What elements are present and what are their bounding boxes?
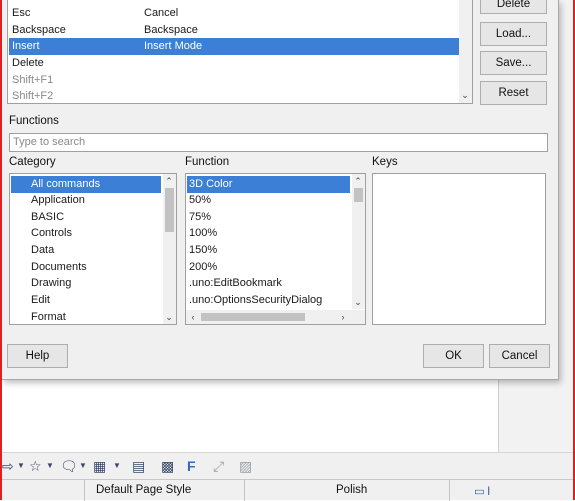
help-button[interactable]: Help: [7, 344, 68, 368]
save-button[interactable]: Save...: [480, 51, 547, 75]
drawing-toolbar: ⇨ ▼ ☆ ▼ 🗨 ▼ ▦ ▼ ▤ ▩ F ⤢ ▨: [2, 452, 573, 479]
cancel-button[interactable]: Cancel: [489, 344, 550, 368]
function-list-vscrollbar[interactable]: ⌃ ⌄: [352, 174, 365, 309]
shortcut-command: Backspace: [144, 24, 198, 36]
shortcut-key: Delete: [12, 57, 44, 69]
load-button[interactable]: Load...: [480, 22, 547, 46]
category-item[interactable]: Format: [11, 309, 66, 324]
function-item[interactable]: 100%: [187, 225, 217, 242]
function-label: Function: [185, 156, 230, 168]
points-icon[interactable]: ⤢: [213, 458, 224, 474]
shortcut-key: Shift+F2: [12, 90, 54, 102]
function-item[interactable]: 50%: [187, 192, 211, 209]
delete-button[interactable]: Delete: [480, 0, 547, 14]
arrow-shapes-icon[interactable]: ⇨: [2, 458, 14, 474]
category-item-selected[interactable]: All commands: [11, 176, 161, 193]
shortcut-key: Insert: [12, 40, 40, 52]
search-input[interactable]: Type to search: [9, 133, 548, 152]
text-box-icon[interactable]: ▩: [161, 458, 174, 474]
scroll-down-icon[interactable]: ⌄: [163, 311, 175, 323]
shortcut-row[interactable]: Backspace Backspace: [9, 22, 459, 39]
category-item[interactable]: Edit: [11, 292, 50, 309]
scroll-right-icon[interactable]: ›: [337, 311, 349, 323]
keys-list[interactable]: [372, 173, 546, 325]
frame-icon[interactable]: ▦: [93, 458, 106, 474]
fontwork-icon[interactable]: F: [187, 458, 196, 474]
shortcut-key: Esc: [12, 7, 31, 19]
chevron-down-icon[interactable]: ▼: [17, 458, 25, 474]
callout-shapes-icon[interactable]: 🗨: [60, 458, 78, 474]
language-status[interactable]: Polish: [336, 484, 367, 496]
function-item-selected[interactable]: 3D Color: [187, 176, 350, 193]
page-style-status[interactable]: Default Page Style: [96, 484, 191, 496]
category-label: Category: [9, 156, 56, 168]
shortcut-keys-list[interactable]: Esc Cancel Backspace Backspace Insert In…: [7, 0, 473, 104]
scroll-left-icon[interactable]: ‹: [187, 311, 199, 323]
category-list-scrollbar[interactable]: ⌃ ⌄: [163, 174, 176, 324]
category-item[interactable]: Data: [11, 242, 54, 259]
scrollbar-thumb[interactable]: [165, 188, 174, 232]
scrollbar-thumb[interactable]: [201, 313, 305, 321]
chevron-down-icon[interactable]: ▼: [79, 458, 87, 474]
shortcut-key: Backspace: [12, 24, 66, 36]
function-item[interactable]: .uno:OptionsSecurityDialog: [187, 292, 322, 309]
scrollbar-thumb[interactable]: [354, 188, 363, 202]
shortcut-row[interactable]: Esc Cancel: [9, 5, 459, 22]
scroll-down-icon[interactable]: ⌄: [352, 296, 364, 308]
scroll-up-icon[interactable]: ⌃: [163, 175, 175, 187]
shortcut-list-scrollbar[interactable]: ⌄: [459, 0, 472, 103]
screenshot-frame: [0, 0, 2, 500]
shortcut-row[interactable]: Shift+F1: [9, 72, 459, 89]
function-list[interactable]: 3D Color 50% 75% 100% 150% 200% .uno:Edi…: [185, 173, 366, 325]
shortcut-row[interactable]: Shift+F2: [9, 88, 459, 105]
status-separator: [449, 480, 450, 501]
shortcut-command: Insert Mode: [144, 40, 203, 52]
chevron-down-icon[interactable]: ▼: [46, 458, 54, 474]
status-bar: Default Page Style Polish ▭ I: [2, 479, 573, 501]
shortcut-row-selected[interactable]: Insert Insert Mode: [9, 38, 459, 55]
shortcut-command: Cancel: [144, 7, 179, 19]
shortcut-row[interactable]: Delete: [9, 55, 459, 72]
category-item[interactable]: BASIC: [11, 209, 64, 226]
function-item[interactable]: 150%: [187, 242, 217, 259]
function-item[interactable]: .uno:EditBookmark: [187, 275, 282, 292]
category-list[interactable]: All commands Application BASIC Controls …: [9, 173, 177, 325]
category-item[interactable]: Documents: [11, 259, 87, 276]
keys-label: Keys: [372, 156, 398, 168]
insert-mode-icon[interactable]: ▭ I: [474, 484, 490, 498]
scroll-up-icon[interactable]: ⌃: [352, 175, 364, 187]
shortcut-key: Shift+F1: [12, 74, 54, 86]
reset-button[interactable]: Reset: [480, 81, 547, 105]
insert-caption-icon[interactable]: ▤: [132, 458, 145, 474]
functions-heading: Functions: [9, 115, 59, 127]
function-item[interactable]: 200%: [187, 259, 217, 276]
chevron-down-icon[interactable]: ▼: [113, 458, 121, 474]
category-item[interactable]: Drawing: [11, 275, 71, 292]
ok-button[interactable]: OK: [423, 344, 484, 368]
status-separator: [244, 480, 245, 501]
toggle-extrusion-icon[interactable]: ▨: [239, 458, 252, 474]
category-item[interactable]: Application: [11, 192, 85, 209]
category-item[interactable]: Controls: [11, 225, 72, 242]
star-shapes-icon[interactable]: ☆: [29, 458, 42, 474]
scroll-down-icon[interactable]: ⌄: [459, 89, 471, 101]
customize-dialog: Esc Cancel Backspace Backspace Insert In…: [2, 0, 559, 380]
function-list-hscrollbar[interactable]: ‹ ›: [186, 310, 365, 324]
status-separator: [84, 480, 85, 501]
function-item[interactable]: 75%: [187, 209, 211, 226]
